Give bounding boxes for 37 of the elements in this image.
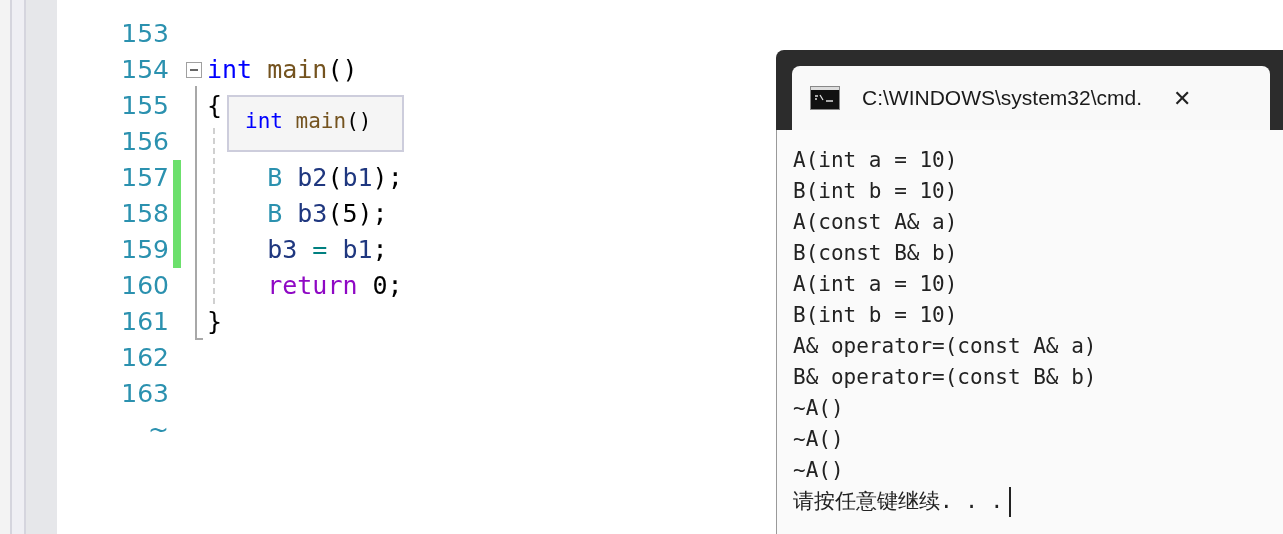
line-number: 154	[120, 54, 169, 86]
tooltip: int main()	[227, 95, 404, 152]
collapse-icon[interactable]	[186, 62, 202, 78]
line-number: 158	[120, 198, 169, 230]
line-number: 157	[120, 162, 169, 194]
code-line: b3 = b1;	[266, 234, 388, 266]
line-number: 161	[120, 306, 169, 338]
console-line: 请按任意键继续. . .	[793, 488, 1004, 515]
console-line: A(int a = 10)	[793, 271, 958, 298]
text-cursor	[1009, 486, 1012, 517]
console-line: B& operator=(const B& b)	[793, 364, 1097, 391]
window-title: C:\WINDOWS\system32\cmd.	[862, 85, 1143, 112]
line-number: 159	[120, 234, 169, 266]
code-line: B b2(b1);	[266, 162, 403, 194]
console-line: A(const A& a)	[793, 209, 958, 236]
terminal-icon	[810, 86, 840, 110]
console-line: B(const B& b)	[793, 240, 958, 267]
close-button[interactable]: ✕	[1164, 80, 1201, 116]
console-line: A(int a = 10)	[793, 147, 958, 174]
line-number: 155	[120, 90, 169, 122]
code-line: B b3(5);	[266, 198, 388, 230]
console-line: B(int b = 10)	[793, 178, 958, 205]
line-number: 153	[120, 18, 169, 50]
end-marker: ~	[147, 414, 169, 447]
code-line: return 0;	[266, 270, 403, 302]
code-line: int main()	[207, 54, 358, 86]
line-number: 160	[120, 270, 169, 302]
console-line: B(int b = 10)	[793, 302, 958, 329]
console-line: A& operator=(const A& a)	[793, 333, 1097, 360]
line-number: 156	[120, 126, 169, 158]
console-line: ~A()	[793, 457, 844, 484]
line-number: 163	[120, 378, 169, 410]
console-line: ~A()	[793, 426, 844, 453]
line-number: 162	[120, 342, 169, 374]
console-line: ~A()	[793, 395, 844, 422]
code-line: {	[207, 90, 223, 122]
code-line: }	[207, 306, 223, 338]
